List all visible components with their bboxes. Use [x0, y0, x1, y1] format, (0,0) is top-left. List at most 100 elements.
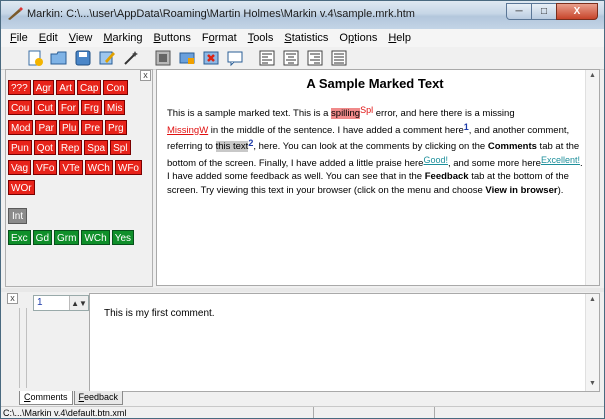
tag-button-con[interactable]: Con: [103, 80, 128, 95]
comment-pane-divider: [19, 308, 27, 388]
menu-marking[interactable]: Marking: [98, 32, 148, 44]
tag-button-exc[interactable]: Exc: [8, 230, 31, 245]
stepper-arrows-icon[interactable]: ▲▼: [69, 296, 88, 310]
close-icon: X: [573, 6, 581, 17]
align-left-button[interactable]: [257, 48, 277, 68]
mark-code-spl[interactable]: Spl: [360, 105, 373, 115]
menu-help[interactable]: Help: [383, 32, 417, 44]
menu-statistics[interactable]: Statistics: [279, 32, 334, 44]
window-title: Markin: C:\...\user\AppData\Roaming\Mart…: [27, 8, 415, 20]
new-file-button[interactable]: [25, 48, 45, 68]
open-folder-button[interactable]: [49, 48, 69, 68]
praise-mark-good[interactable]: Good!: [423, 155, 448, 165]
comment-number-value[interactable]: 1: [34, 296, 69, 310]
tag-button-gd[interactable]: Gd: [32, 230, 53, 245]
tag-button-vte[interactable]: VTe: [59, 160, 83, 175]
scroll-down-icon[interactable]: ▼: [589, 380, 596, 387]
tag-button-frg[interactable]: Frg: [80, 100, 102, 115]
tag-button-vfo[interactable]: VFo: [33, 160, 58, 175]
tag-button[interactable]: [177, 48, 197, 68]
menu-accelerator: V: [68, 32, 76, 44]
align-right-icon: [307, 50, 323, 66]
menu-format[interactable]: Format: [197, 32, 243, 44]
tag-button-yes[interactable]: Yes: [111, 230, 135, 245]
menu-label-part: tions: [354, 32, 378, 44]
commented-text[interactable]: this text: [215, 141, 249, 152]
tag-button-mis[interactable]: Mis: [103, 100, 126, 115]
tag-button-cap[interactable]: Cap: [77, 80, 102, 95]
tag-button-int[interactable]: Int: [8, 208, 28, 224]
tag-button-spa[interactable]: Spa: [84, 140, 109, 155]
tag-button-art[interactable]: Art: [56, 80, 76, 95]
comment-button[interactable]: [225, 48, 245, 68]
tag-button-spl[interactable]: Spl: [110, 140, 131, 155]
comment-scrollbar[interactable]: ▲ ▼: [585, 294, 599, 391]
menu-file[interactable]: File: [5, 32, 34, 44]
menu-accelerator: S: [284, 32, 292, 44]
tag-button-cut[interactable]: Cut: [34, 100, 56, 115]
align-right-button[interactable]: [305, 48, 325, 68]
comment-text-area[interactable]: This is my first comment. ▲ ▼: [89, 293, 600, 392]
tag-button-prg[interactable]: Prg: [105, 120, 127, 135]
status-bar: C:\...\Markin v.4\default.btn.xml: [1, 406, 604, 418]
tag-button-qot[interactable]: Qot: [33, 140, 56, 155]
marked-spelling-error[interactable]: spilling: [331, 108, 361, 119]
app-logo-icon: [7, 7, 23, 21]
tag-button-cou[interactable]: Cou: [8, 100, 33, 115]
praise-mark-excellent[interactable]: Excellent!: [541, 155, 580, 165]
tag-button-mod[interactable]: Mod: [8, 120, 34, 135]
menu-edit[interactable]: Edit: [34, 32, 64, 44]
align-center-button[interactable]: [281, 48, 301, 68]
close-button[interactable]: X: [556, 3, 598, 20]
tag-button-wch[interactable]: WCh: [81, 230, 110, 245]
align-center-icon: [283, 50, 299, 66]
tag-button-for[interactable]: For: [57, 100, 79, 115]
status-panel-2: [314, 407, 435, 418]
justify-button[interactable]: [329, 48, 349, 68]
tag-panel-close-button[interactable]: x: [140, 70, 151, 81]
tab-comments[interactable]: Comments: [19, 391, 73, 405]
open-folder-icon: [50, 51, 67, 65]
menu-buttons[interactable]: Buttons: [149, 32, 197, 44]
comment-pane-close-button[interactable]: x: [7, 293, 18, 304]
tag-button-par[interactable]: Par: [35, 120, 58, 135]
text-run: in the middle of the sentence. I have ad…: [208, 124, 464, 136]
title-bar[interactable]: Markin: C:\...\user\AppData\Roaming\Mart…: [1, 1, 604, 30]
tag-button-plu[interactable]: Plu: [59, 120, 80, 135]
document-body[interactable]: This is a sample marked text. This is a …: [167, 104, 583, 197]
magic-wand-button[interactable]: [121, 48, 141, 68]
menu-view[interactable]: View: [64, 32, 99, 44]
menu-options[interactable]: Options: [334, 32, 383, 44]
minimize-button[interactable]: ─: [506, 3, 532, 20]
tag-button-wor[interactable]: WOr: [8, 180, 35, 195]
tag-button-row: Vag VFo VTe WCh WFo: [8, 160, 144, 175]
tag-button-wfo[interactable]: WFo: [114, 160, 142, 175]
menu-tools[interactable]: Tools: [243, 32, 280, 44]
tag-button-row: Int: [8, 208, 29, 224]
edit-note-button[interactable]: [97, 48, 117, 68]
tag-button-grm[interactable]: Grm: [54, 230, 80, 245]
tab-feedback[interactable]: Feedback: [73, 391, 124, 405]
text-run: This is a sample marked text. This is a: [167, 108, 332, 119]
scroll-up-icon[interactable]: ▲: [589, 296, 596, 303]
document-view[interactable]: A Sample Marked Text This is a sample ma…: [156, 69, 600, 286]
save-button[interactable]: [73, 48, 93, 68]
comment-number-stepper[interactable]: 1 ▲▼: [33, 295, 89, 311]
tag-button-rep[interactable]: Rep: [57, 140, 83, 155]
tag-button-vag[interactable]: Vag: [8, 160, 32, 175]
menu-label-part: iew: [75, 32, 93, 44]
tag-button-agr[interactable]: Agr: [32, 80, 55, 95]
tag-button-pre[interactable]: Pre: [81, 120, 104, 135]
tag-button-pun[interactable]: Pun: [8, 140, 32, 155]
maximize-button[interactable]: □: [531, 3, 557, 20]
tag-button-xxx[interactable]: ???: [8, 80, 31, 95]
comments-bold-text: Comments: [487, 141, 537, 152]
document-title: A Sample Marked Text: [306, 76, 444, 91]
scroll-up-icon[interactable]: ▲: [589, 72, 596, 79]
document-scrollbar[interactable]: ▲: [585, 70, 599, 285]
delete-mark-button[interactable]: [201, 48, 221, 68]
image-button[interactable]: [153, 48, 173, 68]
tag-button-wch[interactable]: WCh: [84, 160, 113, 175]
tag-button-row: Cou Cut For Frg Mis: [8, 100, 127, 115]
mark-code-missing-word[interactable]: MissingW: [167, 125, 208, 136]
